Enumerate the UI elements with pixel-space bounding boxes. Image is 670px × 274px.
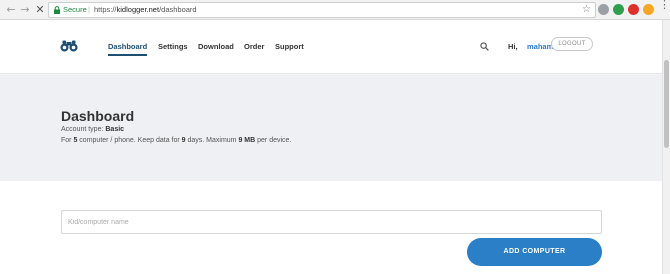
browser-toolbar: ← → ✕ Secure | https://kidlogger.net/das…: [0, 0, 670, 20]
page-title: Dashboard: [61, 108, 135, 124]
account-type-value: Basic: [105, 126, 125, 133]
nav-support[interactable]: Support: [275, 42, 304, 51]
url-text: https://kidlogger.net/dashboard: [94, 3, 197, 17]
forward-icon[interactable]: →: [18, 3, 32, 17]
back-icon[interactable]: ←: [4, 3, 18, 17]
nav-download[interactable]: Download: [198, 42, 234, 51]
stop-loading-icon[interactable]: ✕: [33, 3, 47, 17]
opera-icon[interactable]: [628, 4, 639, 15]
extension-icon[interactable]: [598, 4, 609, 15]
chrome-icon[interactable]: [643, 4, 654, 15]
address-bar[interactable]: Secure | https://kidlogger.net/dashboard…: [48, 2, 596, 18]
nav-order[interactable]: Order: [244, 42, 264, 51]
logout-button[interactable]: LOGOUT: [551, 37, 593, 51]
url-scheme: https://: [94, 5, 117, 14]
main-content: ADD COMPUTER: [0, 181, 662, 274]
secure-label: Secure: [63, 5, 87, 14]
plan-text: For: [61, 137, 74, 144]
plan-text: per device.: [255, 137, 292, 144]
url-path: /dashboard: [159, 5, 197, 14]
search-icon[interactable]: [480, 42, 489, 51]
lock-icon: [54, 6, 60, 14]
bookmark-star-icon[interactable]: ☆: [582, 3, 591, 17]
url-host: kidlogger.net: [116, 5, 160, 14]
site-header: Dashboard Settings Download Order Suppor…: [0, 20, 662, 74]
browser-menu-icon[interactable]: ⋮: [659, 0, 670, 10]
kid-computer-name-input[interactable]: [61, 210, 602, 234]
greeting: Hi,: [508, 42, 518, 51]
plan-text: computer / phone. Keep data for: [77, 137, 182, 144]
account-type: Account type: Basic: [61, 126, 124, 133]
grammarly-icon[interactable]: [613, 4, 624, 15]
binoculars-icon[interactable]: [60, 40, 78, 52]
url-separator: |: [88, 5, 90, 14]
page-scrollbar[interactable]: [662, 20, 670, 274]
plan-info: For 5 computer / phone. Keep data for 9 …: [61, 137, 291, 144]
scrollbar-thumb[interactable]: [664, 60, 669, 148]
username-link[interactable]: maham: [527, 42, 553, 51]
nav-settings[interactable]: Settings: [158, 42, 188, 51]
account-type-label: Account type:: [61, 126, 104, 133]
dashboard-hero: Dashboard Account type: Basic For 5 comp…: [0, 75, 662, 181]
plan-size: 9 MB: [238, 137, 256, 144]
nav-dashboard[interactable]: Dashboard: [108, 42, 148, 56]
plan-text: days. Maximum: [185, 137, 239, 144]
add-computer-button[interactable]: ADD COMPUTER: [467, 238, 602, 266]
